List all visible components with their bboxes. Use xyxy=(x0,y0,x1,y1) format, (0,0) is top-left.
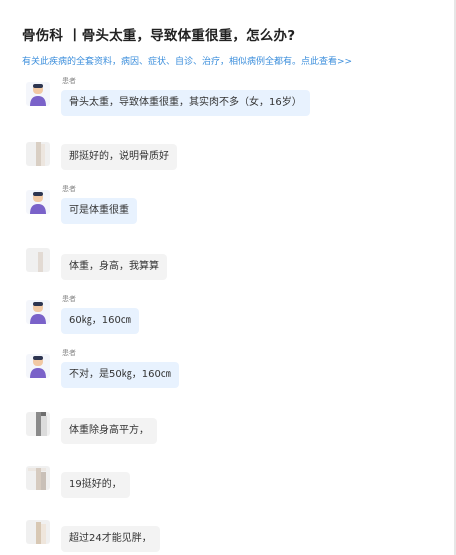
patient-avatar-icon xyxy=(30,302,46,324)
patient-avatar-icon xyxy=(30,192,46,214)
doctor-avatar-icon xyxy=(36,142,45,166)
page-title: 骨伤科 丨骨头太重，导致体重很重，怎么办? xyxy=(22,28,296,44)
doctor-avatar xyxy=(26,412,50,436)
doctor-avatar xyxy=(26,142,50,166)
chat-bubble: 体重除身高平方， xyxy=(61,418,157,444)
doctor-avatar xyxy=(26,466,50,490)
patient-label: 患者 xyxy=(62,349,76,357)
patient-avatar xyxy=(26,190,50,214)
patient-avatar-icon xyxy=(30,356,46,378)
patient-label: 患者 xyxy=(62,185,76,193)
chat-bubble: 不对，是50㎏，160㎝ xyxy=(61,362,179,388)
doctor-avatar-icon xyxy=(36,522,46,544)
chat-bubble: 超过24才能见胖， xyxy=(61,526,160,552)
doctor-avatar-icon xyxy=(38,252,43,272)
chat-bubble: 可是体重很重 xyxy=(61,198,137,224)
doctor-avatar xyxy=(26,520,50,544)
patient-avatar xyxy=(26,82,50,106)
chat-bubble: 19挺好的， xyxy=(61,472,130,498)
chat-bubble: 体重，身高，我算算 xyxy=(61,254,167,280)
patient-avatar-icon xyxy=(30,84,46,106)
doctor-avatar-icon xyxy=(36,412,47,436)
doctor-avatar xyxy=(26,248,50,272)
patient-avatar xyxy=(26,354,50,378)
patient-label: 患者 xyxy=(62,77,76,85)
doctor-avatar-icon xyxy=(28,468,46,490)
header: 骨伤科 丨骨头太重，导致体重很重，怎么办? 有关此疾病的全套资料，病因、症状、自… xyxy=(22,24,442,67)
patient-avatar xyxy=(26,300,50,324)
chat-bubble: 骨头太重，导致体重很重，其实肉不多（女，16岁） xyxy=(61,90,310,116)
view-details-link[interactable]: 有关此疾病的全套资料，病因、症状、自诊、治疗，相似病例全都有。点此查看>> xyxy=(22,54,442,67)
patient-label: 患者 xyxy=(62,295,76,303)
chat-bubble: 那挺好的，说明骨质好 xyxy=(61,144,177,170)
chat-bubble: 60㎏，160㎝ xyxy=(61,308,139,334)
